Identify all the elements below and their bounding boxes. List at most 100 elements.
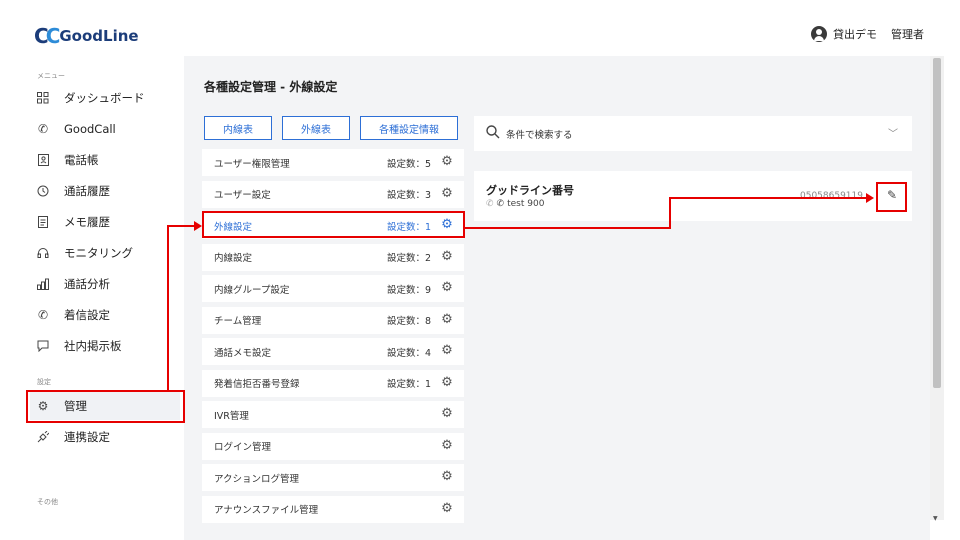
- settings-row-name: 通話メモ設定: [214, 347, 272, 359]
- search-icon: [486, 125, 500, 139]
- tab-bar: 内線表 外線表 各種設定情報: [204, 116, 458, 140]
- tab-settings-info[interactable]: 各種設定情報: [360, 116, 458, 140]
- plug-icon: [36, 430, 50, 444]
- sidebar-section-other: その他: [37, 498, 58, 506]
- settings-row-count: 設定数：9: [386, 284, 431, 296]
- sidebar-item-goodcall[interactable]: ✆ GoodCall: [30, 115, 180, 143]
- sidebar-section-settings: 設定: [37, 378, 51, 386]
- settings-row-user-permissions[interactable]: ユーザー権限管理 設定数：5 ⚙: [202, 149, 464, 176]
- gear-icon[interactable]: ⚙: [440, 312, 454, 327]
- settings-row-blocked-numbers[interactable]: 発着信拒否番号登録 設定数：1 ⚙: [202, 369, 464, 397]
- gear-icon[interactable]: ⚙: [440, 407, 454, 421]
- phone-icon: ✆: [486, 199, 494, 209]
- settings-row-team[interactable]: チーム管理 設定数：8 ⚙: [202, 306, 464, 334]
- sidebar-item-incoming-settings[interactable]: ✆ 着信設定: [30, 301, 180, 329]
- gear-icon[interactable]: ⚙: [440, 281, 454, 295]
- sidebar-item-call-analysis[interactable]: 通話分析: [30, 270, 180, 298]
- gear-icon[interactable]: ⚙: [440, 155, 454, 169]
- settings-row-announce-file[interactable]: アナウンスファイル管理 ⚙: [202, 495, 464, 523]
- external-line-title: グッドライン番号: [486, 184, 574, 197]
- main-content: 各種設定管理 - 外線設定 内線表 外線表 各種設定情報 ユーザー権限管理 設定…: [184, 56, 930, 540]
- search-placeholder: 条件で検索する: [506, 130, 573, 141]
- annotation-box-management: [26, 390, 185, 423]
- settings-row-count: 設定数：1: [386, 379, 431, 390]
- gear-icon[interactable]: ⚙: [440, 438, 454, 453]
- gear-icon[interactable]: ⚙: [440, 470, 454, 484]
- settings-row-name: 発着信拒否番号登録: [214, 379, 300, 390]
- sidebar-item-dashboard[interactable]: ダッシュボード: [30, 84, 180, 112]
- gear-icon[interactable]: ⚙: [440, 186, 454, 201]
- sidebar-item-label: 社内掲示板: [64, 339, 122, 353]
- gear-icon[interactable]: ⚙: [440, 375, 454, 390]
- settings-row-extension[interactable]: 内線設定 設定数：2 ⚙: [202, 243, 464, 271]
- settings-row-name: チーム管理: [214, 316, 262, 327]
- settings-list: ユーザー権限管理 設定数：5 ⚙ ユーザー設定 設定数：3 ⚙ 外線設定 設定数…: [202, 149, 464, 527]
- sidebar-item-label: 連携設定: [64, 430, 110, 444]
- user-name: 貸出デモ: [833, 28, 877, 41]
- annotation-line: [465, 227, 671, 229]
- memo-icon: [36, 215, 50, 229]
- sidebar-item-label: 電話帳: [64, 153, 99, 167]
- sidebar-item-label: 着信設定: [64, 308, 110, 322]
- sidebar-item-monitoring[interactable]: モニタリング: [30, 239, 180, 267]
- settings-row-count: 設定数：5: [386, 158, 431, 170]
- annotation-line: [669, 197, 671, 229]
- settings-row-name: IVR管理: [214, 410, 249, 422]
- sidebar-item-call-history[interactable]: 通話履歴: [30, 177, 180, 205]
- sidebar-item-label: 通話履歴: [64, 184, 110, 198]
- gear-icon[interactable]: ⚙: [440, 344, 454, 358]
- sidebar-item-label: モニタリング: [64, 246, 133, 260]
- external-line-number: 05058659119: [800, 191, 863, 201]
- tab-extension-table[interactable]: 内線表: [204, 116, 272, 140]
- chevron-down-icon[interactable]: ﹀: [888, 125, 898, 140]
- settings-row-name: ユーザー設定: [214, 190, 271, 201]
- settings-row-login[interactable]: ログイン管理 ⚙: [202, 432, 464, 460]
- sidebar: メニュー ダッシュボード ✆ GoodCall 電話帳 通話履歴 メモ履歴 モニ…: [0, 56, 184, 540]
- sidebar-item-bulletin-board[interactable]: 社内掲示板: [30, 332, 180, 360]
- annotation-box-edit: [876, 182, 907, 212]
- annotation-line: [167, 225, 194, 227]
- sidebar-item-integration[interactable]: 連携設定: [30, 423, 180, 451]
- external-line-card[interactable]: グッドライン番号 ✆ ✆ test 900 05058659119 ✎: [474, 171, 912, 221]
- scrollbar-thumb[interactable]: [933, 58, 941, 388]
- sidebar-item-memo-history[interactable]: メモ履歴: [30, 208, 180, 236]
- gear-icon[interactable]: ⚙: [440, 501, 454, 516]
- annotation-arrowhead: [866, 193, 874, 203]
- scroll-down-arrow-icon[interactable]: ▼: [933, 515, 938, 522]
- chart-icon: [36, 277, 50, 291]
- settings-row-user-settings[interactable]: ユーザー設定 設定数：3 ⚙: [202, 180, 464, 208]
- settings-row-extension-group[interactable]: 内線グループ設定 設定数：9 ⚙: [202, 275, 464, 302]
- annotation-line: [669, 197, 867, 199]
- phone-icon: ✆: [496, 199, 505, 209]
- user-role: 管理者: [891, 28, 924, 41]
- tab-external-line-table[interactable]: 外線表: [282, 116, 350, 140]
- sidebar-item-label: GoodCall: [64, 122, 116, 136]
- gear-icon[interactable]: ⚙: [440, 249, 454, 264]
- settings-row-name: アクションログ管理: [214, 473, 300, 485]
- settings-row-action-log[interactable]: アクションログ管理 ⚙: [202, 464, 464, 491]
- search-filter[interactable]: 条件で検索する ﹀: [474, 116, 912, 151]
- top-bar: CC GoodLine 貸出デモ 管理者: [0, 0, 960, 56]
- logo-mark: CC: [34, 24, 60, 48]
- scrollbar[interactable]: ▼: [930, 56, 944, 522]
- settings-row-ivr[interactable]: IVR管理 ⚙: [202, 401, 464, 428]
- dashboard-icon: [36, 91, 50, 105]
- goodline-logo[interactable]: CC GoodLine: [34, 26, 139, 46]
- settings-row-count: 設定数：2: [386, 253, 431, 264]
- history-icon: [36, 184, 50, 198]
- phone-icon: ✆: [37, 122, 49, 136]
- settings-row-name: アナウンスファイル管理: [214, 505, 319, 516]
- annotation-arrowhead: [194, 221, 202, 231]
- sidebar-item-contacts[interactable]: 電話帳: [30, 146, 180, 174]
- board-icon: [36, 339, 50, 353]
- settings-row-call-memo[interactable]: 通話メモ設定 設定数：4 ⚙: [202, 338, 464, 365]
- user-menu[interactable]: 貸出デモ 管理者: [811, 26, 924, 42]
- settings-row-name: ユーザー権限管理: [214, 158, 290, 170]
- settings-row-name: 内線設定: [214, 253, 253, 264]
- annotation-box-external-line: [202, 211, 465, 238]
- sidebar-item-label: 通話分析: [64, 277, 110, 291]
- external-line-sub: ✆ ✆ test 900: [486, 199, 544, 209]
- settings-row-count: 設定数：4: [386, 347, 431, 359]
- sidebar-section-menu: メニュー: [37, 72, 65, 80]
- annotation-line: [167, 225, 169, 391]
